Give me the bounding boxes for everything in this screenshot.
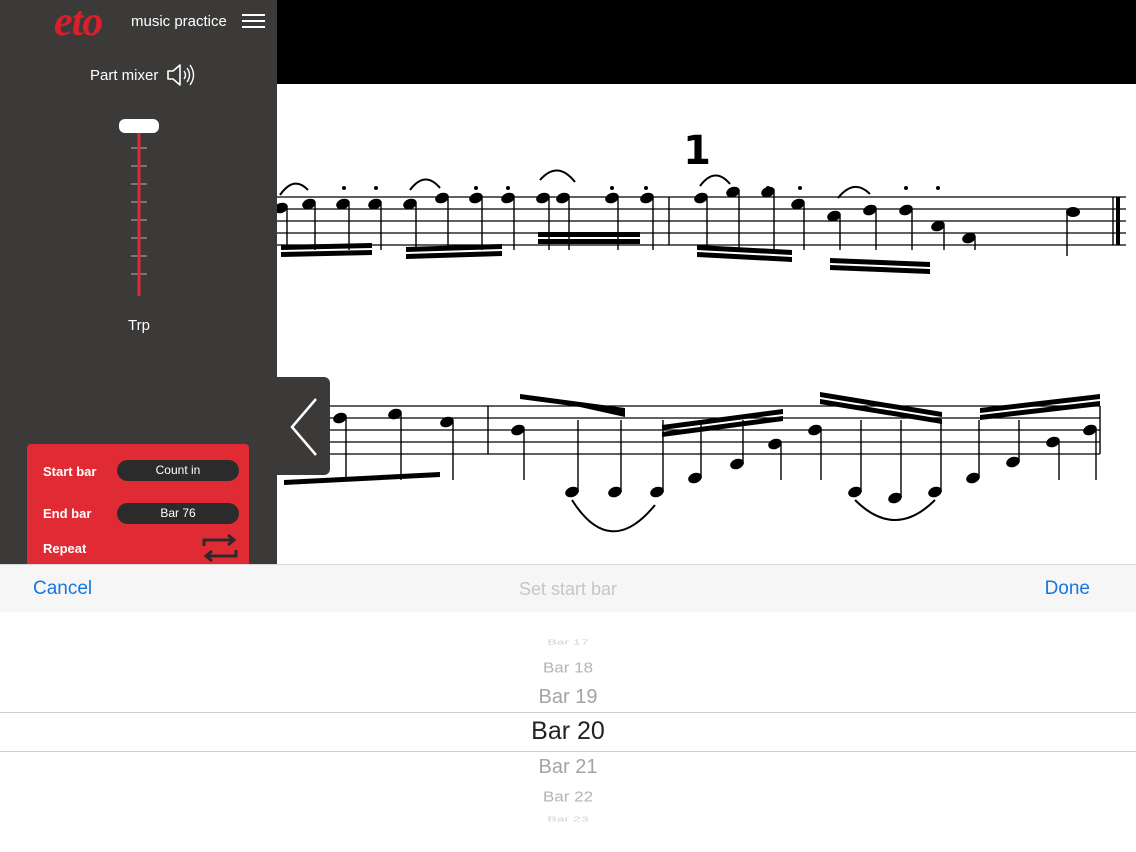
picker-option[interactable]: Bar 23 — [0, 815, 1136, 824]
bar-range-panel: Start bar Count in End bar Bar 76 Repeat — [27, 444, 249, 564]
slider-thumb[interactable] — [119, 119, 159, 133]
end-bar-label: End bar — [43, 506, 92, 521]
picker-option[interactable]: Bar 18 — [0, 660, 1136, 677]
hamburger-menu-icon[interactable] — [242, 14, 265, 28]
staff-2 — [284, 392, 1101, 533]
sidebar: eto music practice Part mixer Trp Start … — [0, 0, 277, 564]
picker-option[interactable]: Bar 19 — [0, 686, 1136, 709]
start-bar-label: Start bar — [43, 464, 97, 479]
app-name: music practice — [131, 13, 227, 30]
speaker-icon[interactable] — [166, 62, 196, 88]
picker-title: Set start bar — [518, 579, 618, 599]
picker-option-selected[interactable]: Bar 20 — [0, 717, 1136, 746]
staff-1 — [277, 169, 1126, 274]
repeat-icon[interactable] — [200, 532, 240, 564]
rehearsal-mark: 1 — [683, 128, 711, 174]
start-bar-picker-wheel[interactable]: Bar 17 Bar 18 Bar 19 Bar 20 Bar 21 Bar 22 Bar … — [0, 612, 1136, 852]
picker-toolbar: Cancel Set start bar Done — [0, 564, 1136, 613]
part-label: Trp — [128, 317, 150, 334]
end-bar-selector[interactable]: Bar 76 — [117, 503, 239, 524]
score-svg: 1 — [277, 128, 1126, 533]
picker-option[interactable]: Bar 17 — [0, 638, 1136, 647]
repeat-label: Repeat — [43, 541, 87, 556]
sheet-music: 1 — [277, 84, 1136, 564]
start-bar-selector[interactable]: Count in — [117, 460, 239, 481]
trp-volume-slider[interactable] — [118, 118, 160, 300]
picker-option[interactable]: Bar 21 — [0, 756, 1136, 779]
done-button[interactable]: Done — [1045, 578, 1090, 600]
picker-option[interactable]: Bar 22 — [0, 789, 1136, 806]
chevron-left-icon — [290, 398, 317, 456]
collapse-sidebar-tab[interactable] — [277, 377, 330, 475]
eto-logo: eto — [54, 0, 103, 45]
part-mixer-title: Part mixer — [90, 67, 159, 84]
top-black-bar — [277, 0, 1136, 84]
